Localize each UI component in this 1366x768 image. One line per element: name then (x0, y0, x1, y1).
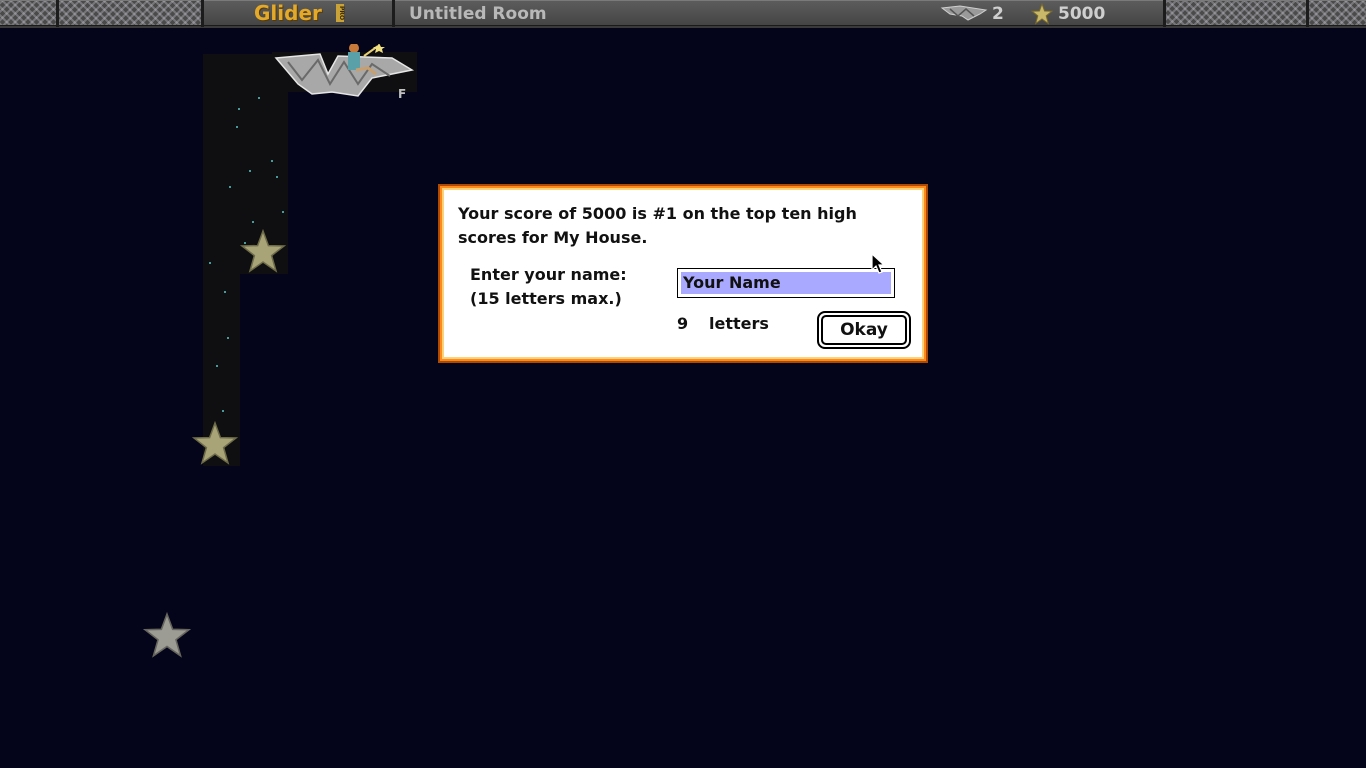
room-name: Untitled Room (409, 4, 547, 24)
letter-count-label: letters (709, 314, 769, 333)
star-icon (1031, 3, 1053, 25)
score-message-line-1: Your score of 5000 is #1 on the top ten … (458, 204, 857, 223)
svg-text:F: F (398, 87, 406, 100)
decor-right (1166, 0, 1306, 26)
status-bar: Glider PRO Untitled Room 2 5000 (0, 0, 1366, 28)
collectible-star (143, 612, 191, 658)
paper-fold-shelf: F (272, 44, 417, 100)
decor-left-2 (59, 0, 201, 26)
score-value: 5000 (1058, 4, 1106, 24)
score-message-line-2: scores for My House. (458, 228, 648, 247)
name-input-selected-text[interactable]: Your Name (681, 272, 891, 294)
decor-right-2 (1309, 0, 1366, 26)
logo-pro-badge: PRO (336, 4, 345, 22)
name-prompt-label: Enter your name: (470, 265, 627, 284)
okay-button-label[interactable]: Okay (821, 315, 907, 345)
name-input[interactable]: Your Name (677, 268, 895, 298)
mouse-pointer-icon (871, 253, 886, 274)
lives-count: 2 (992, 4, 1004, 24)
name-limit-label: (15 letters max.) (470, 289, 622, 308)
letter-count: 9 (677, 314, 689, 333)
collectible-star (240, 229, 286, 273)
glider-icon (940, 5, 988, 21)
dialog-body: Your score of 5000 is #1 on the top ten … (442, 188, 924, 359)
okay-button[interactable]: Okay (817, 311, 911, 349)
collectible-star (192, 421, 238, 465)
high-score-dialog: Your score of 5000 is #1 on the top ten … (438, 184, 928, 363)
game-logo: Glider (254, 1, 322, 25)
decor-left (0, 0, 56, 26)
